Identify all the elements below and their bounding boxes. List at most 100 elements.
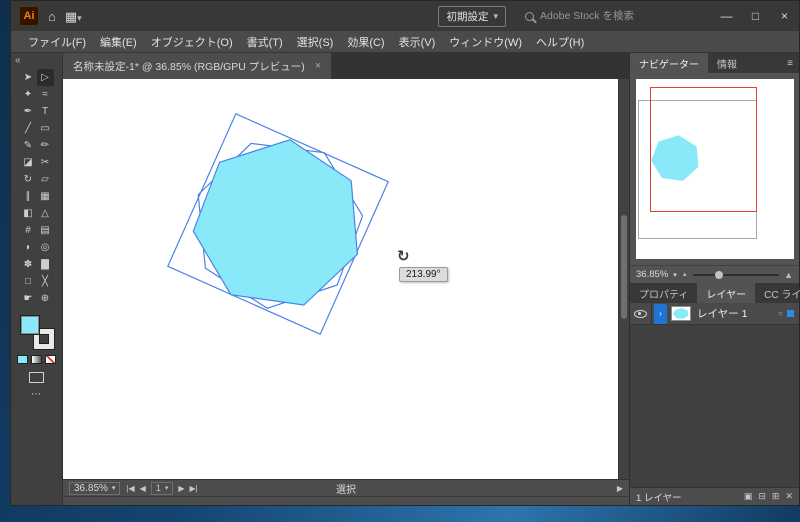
- first-artboard-icon[interactable]: |◀: [126, 484, 134, 493]
- none-mode-icon[interactable]: [45, 355, 56, 364]
- paintbrush-tool[interactable]: ✎: [20, 137, 37, 154]
- direct-selection-tool[interactable]: ▷: [37, 69, 54, 86]
- stock-search[interactable]: [525, 10, 675, 22]
- hand-tool[interactable]: ☛: [20, 290, 37, 307]
- vertical-scrollbar[interactable]: [618, 79, 629, 479]
- delete-layer-icon[interactable]: ✕: [785, 491, 793, 502]
- scale-tool[interactable]: ▱: [37, 171, 54, 188]
- content-area: « ➤▷✦≈✒T╱▭✎✏◪✂↻▱∥▦◧△#▤◗◎✽▇□╳☛⊕ ⋯ 名称未設定-1…: [11, 53, 799, 505]
- rotate-tool[interactable]: ↻: [20, 171, 37, 188]
- gradient-mode-icon[interactable]: [31, 355, 42, 364]
- workspace-switcher[interactable]: 初期設定 ▾: [438, 6, 506, 27]
- selection-tool[interactable]: ➤: [20, 69, 37, 86]
- pencil-tool[interactable]: ✏: [37, 137, 54, 154]
- eyedropper-tool[interactable]: ◗: [20, 239, 37, 256]
- gradient-tool[interactable]: ▤: [37, 222, 54, 239]
- edit-toolbar-icon[interactable]: ⋯: [31, 389, 42, 400]
- right-panel-dock: ナビゲーター 情報 ≡ 36.85% ▾ ▲ ▲: [629, 53, 799, 505]
- rectangle-tool[interactable]: ▭: [37, 120, 54, 137]
- fill-color-swatch[interactable]: [20, 315, 40, 335]
- color-mode-icon[interactable]: [17, 355, 28, 364]
- scroll-right-icon[interactable]: ▶: [617, 484, 623, 493]
- menu-item[interactable]: オブジェクト(O): [144, 34, 240, 50]
- navigator-view-proxy[interactable]: [650, 87, 757, 212]
- tab-layers[interactable]: レイヤー: [697, 283, 755, 303]
- navigator-zoom-value[interactable]: 36.85%: [636, 269, 668, 280]
- heptagon-shape[interactable]: [193, 140, 357, 305]
- pen-tool[interactable]: ✒: [20, 103, 37, 120]
- zoom-tool[interactable]: ⊕: [37, 290, 54, 307]
- chevron-down-icon: ▾: [165, 484, 169, 492]
- visibility-cell[interactable]: [630, 303, 652, 324]
- layers-panel: › レイヤー 1 ○: [630, 303, 799, 487]
- slice-tool[interactable]: ╳: [37, 273, 54, 290]
- canvas[interactable]: ↻ 213.99°: [63, 79, 629, 479]
- home-icon[interactable]: ⌂: [48, 10, 56, 23]
- eraser-tool[interactable]: ◪: [20, 154, 37, 171]
- search-input[interactable]: [540, 10, 670, 22]
- collapse-toolbar-icon[interactable]: «: [11, 53, 25, 68]
- zoom-out-icon[interactable]: ▲: [682, 272, 688, 278]
- menu-item[interactable]: 選択(S): [290, 34, 341, 50]
- scrollbar-thumb[interactable]: [621, 215, 627, 319]
- new-sublayer-icon[interactable]: ⊟: [758, 491, 766, 502]
- zoom-slider[interactable]: [693, 274, 779, 276]
- mesh-tool[interactable]: #: [20, 222, 37, 239]
- artboard-tool[interactable]: □: [20, 273, 37, 290]
- panel-tab-bar: プロパティ レイヤー CC ライブラリ: [630, 283, 799, 303]
- tab-properties[interactable]: プロパティ: [630, 283, 697, 303]
- tab-info[interactable]: 情報: [708, 53, 746, 73]
- menu-item[interactable]: ファイル(F): [21, 34, 93, 50]
- next-artboard-icon[interactable]: ▶: [178, 484, 184, 493]
- tab-navigator[interactable]: ナビゲーター: [630, 53, 708, 73]
- menu-item[interactable]: 書式(T): [240, 34, 290, 50]
- draw-mode-icon[interactable]: [29, 372, 44, 383]
- arrange-documents-icon[interactable]: ▦▾: [65, 10, 82, 23]
- menu-item[interactable]: ウィンドウ(W): [442, 34, 529, 50]
- scissors-tool[interactable]: ✂: [37, 154, 54, 171]
- close-tab-icon[interactable]: ×: [315, 60, 321, 72]
- layer-name[interactable]: レイヤー 1: [697, 306, 778, 321]
- blend-tool[interactable]: ◎: [37, 239, 54, 256]
- target-circle-icon[interactable]: ○: [778, 309, 783, 318]
- last-artboard-icon[interactable]: ▶|: [190, 484, 198, 493]
- layer-expander-icon[interactable]: ›: [654, 304, 667, 324]
- width-tool[interactable]: ∥: [20, 188, 37, 205]
- document-tab[interactable]: 名称未設定-1* @ 36.85% (RGB/GPU プレビュー) ×: [63, 53, 331, 79]
- perspective-grid-tool[interactable]: △: [37, 205, 54, 222]
- menu-item[interactable]: 表示(V): [392, 34, 443, 50]
- zoom-slider-thumb[interactable]: [715, 271, 723, 279]
- menu-item[interactable]: ヘルプ(H): [529, 34, 591, 50]
- panel-menu-icon[interactable]: ≡: [781, 53, 799, 73]
- title-bar: Ai ⌂ ▦▾ 初期設定 ▾ — □ ×: [11, 1, 799, 31]
- type-tool[interactable]: T: [37, 103, 54, 120]
- tab-cc-libraries[interactable]: CC ライブラリ: [755, 283, 800, 303]
- free-transform-tool[interactable]: ▦: [37, 188, 54, 205]
- artboard-number: 1: [156, 483, 161, 493]
- maximize-button[interactable]: □: [741, 1, 770, 31]
- minimize-button[interactable]: —: [712, 1, 741, 31]
- menu-item[interactable]: 編集(E): [93, 34, 144, 50]
- navigator-zoom-row: 36.85% ▾ ▲ ▲: [630, 265, 799, 283]
- selection-indicator[interactable]: [787, 310, 794, 317]
- line-segment-tool[interactable]: ╱: [20, 120, 37, 137]
- zoom-level-dropdown[interactable]: 36.85% ▾: [69, 482, 120, 495]
- status-bar: 36.85% ▾ |◀ ◀ 1 ▾ ▶ ▶| 選択 ▶: [63, 479, 629, 496]
- navigator-panel: [630, 73, 799, 265]
- menu-item[interactable]: 効果(C): [340, 34, 391, 50]
- zoom-in-icon[interactable]: ▲: [784, 270, 793, 280]
- make-clipping-mask-icon[interactable]: ▣: [744, 491, 753, 502]
- layer-row[interactable]: › レイヤー 1 ○: [630, 303, 799, 325]
- column-graph-tool[interactable]: ▇: [37, 256, 54, 273]
- previous-artboard-icon[interactable]: ◀: [140, 484, 146, 493]
- artboard-number-dropdown[interactable]: 1 ▾: [151, 482, 174, 495]
- navigator-preview[interactable]: [636, 79, 794, 259]
- magic-wand-tool[interactable]: ✦: [20, 86, 37, 103]
- symbol-sprayer-tool[interactable]: ✽: [20, 256, 37, 273]
- close-button[interactable]: ×: [770, 1, 799, 31]
- shape-builder-tool[interactable]: ◧: [20, 205, 37, 222]
- new-layer-icon[interactable]: ⊞: [772, 491, 780, 502]
- window-bottom-strip: [63, 496, 629, 505]
- document-tab-bar: 名称未設定-1* @ 36.85% (RGB/GPU プレビュー) ×: [63, 53, 629, 79]
- lasso-tool[interactable]: ≈: [37, 86, 54, 103]
